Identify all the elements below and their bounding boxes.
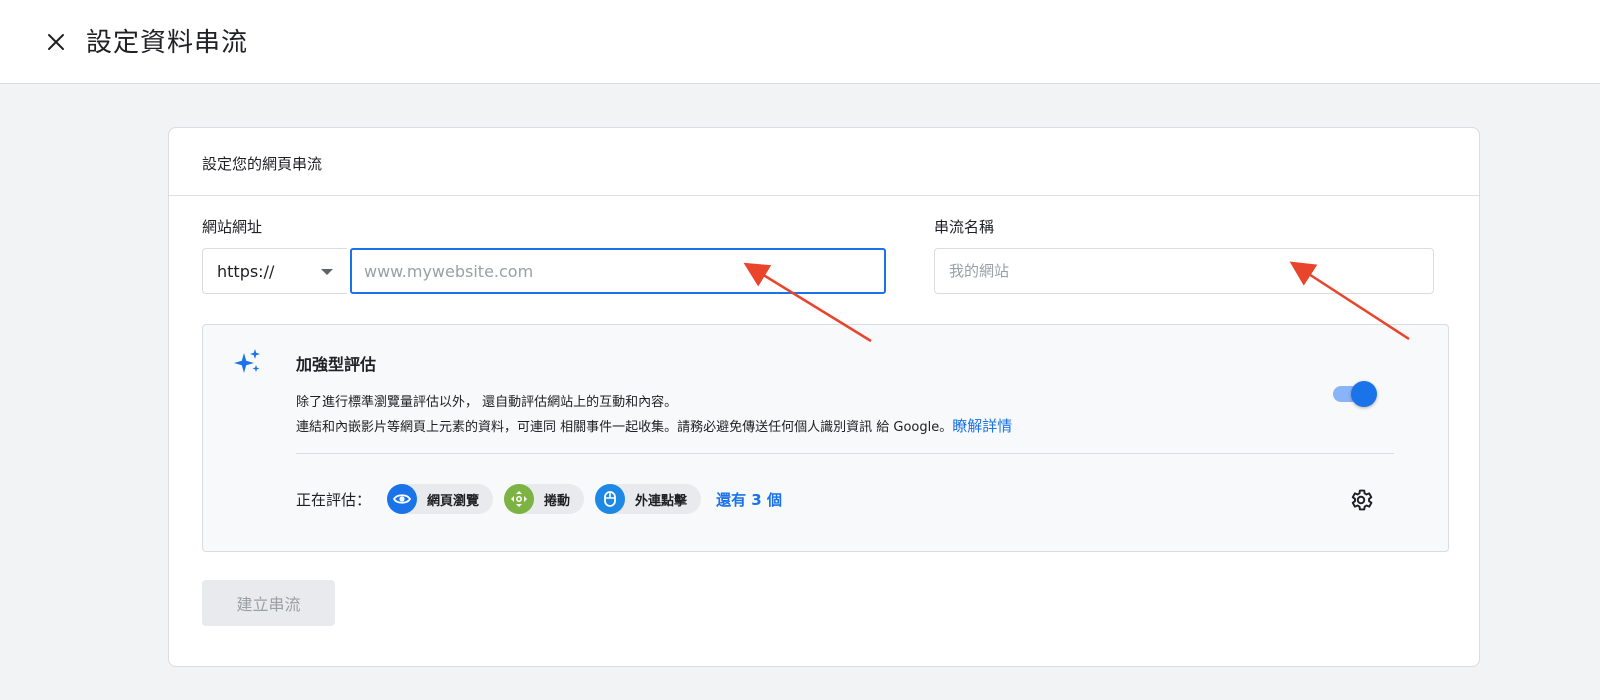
close-icon bbox=[48, 34, 64, 50]
scroll-icon bbox=[504, 484, 535, 514]
chip-outbound-clicks[interactable]: 外連點擊 bbox=[595, 484, 702, 514]
chip-page-views[interactable]: 網頁瀏覽 bbox=[387, 484, 494, 514]
chevron-down-icon bbox=[321, 269, 333, 275]
enhanced-measurement-toggle[interactable] bbox=[1331, 379, 1377, 409]
protocol-select[interactable]: https:// bbox=[202, 248, 347, 294]
stream-name-label: 串流名稱 bbox=[934, 218, 995, 236]
toggle-knob bbox=[1351, 381, 1377, 407]
eye-icon bbox=[387, 484, 418, 514]
mouse-icon bbox=[595, 484, 626, 514]
more-events-link[interactable]: 還有 3 個 bbox=[716, 489, 782, 510]
card-title: 設定您的網頁串流 bbox=[202, 155, 323, 173]
page-title: 設定資料串流 bbox=[86, 28, 249, 58]
stream-name-input[interactable] bbox=[934, 248, 1434, 294]
chip-label: 網頁瀏覽 bbox=[427, 493, 480, 509]
gear-icon[interactable] bbox=[1348, 487, 1374, 513]
create-stream-button[interactable]: 建立串流 bbox=[202, 580, 335, 626]
close-button[interactable] bbox=[40, 26, 72, 58]
measuring-label: 正在評估： bbox=[296, 490, 372, 509]
chip-scrolls[interactable]: 捲動 bbox=[504, 484, 585, 514]
website-url-input[interactable] bbox=[350, 248, 886, 294]
website-url-label: 網站網址 bbox=[202, 218, 263, 236]
enhanced-description-line1: 除了進行標準瀏覽量評估以外， 還自動評估網站上的互動和內容。 bbox=[296, 395, 678, 410]
enhanced-description-line2: 連結和內嵌影片等網頁上元素的資料，可連同 相關事件一起收集。請務必避免傳送任何個… bbox=[296, 415, 1012, 436]
enhanced-measurement-panel: 加強型評估 除了進行標準瀏覽量評估以外， 還自動評估網站上的互動和內容。 連結和… bbox=[202, 324, 1449, 552]
card-header: 設定您的網頁串流 bbox=[169, 128, 1479, 196]
web-stream-setup-card: 設定您的網頁串流 網站網址 https:// 串流名稱 加強型評估 除了進行標準… bbox=[168, 127, 1480, 667]
sparkle-icon bbox=[234, 349, 260, 373]
top-bar: 設定資料串流 bbox=[0, 0, 1600, 84]
divider bbox=[296, 453, 1394, 454]
chip-label: 外連點擊 bbox=[635, 493, 688, 509]
enhanced-description-text: 連結和內嵌影片等網頁上元素的資料，可連同 相關事件一起收集。請務必避免傳送任何個… bbox=[296, 420, 953, 435]
measuring-row: 正在評估： 網頁瀏覽 捲動 外連點擊 還有 3 個 bbox=[296, 483, 782, 515]
learn-more-link[interactable]: 瞭解詳情 bbox=[952, 417, 1012, 435]
protocol-value: https:// bbox=[217, 261, 275, 281]
enhanced-measurement-title: 加強型評估 bbox=[296, 355, 377, 374]
chip-label: 捲動 bbox=[544, 493, 571, 509]
